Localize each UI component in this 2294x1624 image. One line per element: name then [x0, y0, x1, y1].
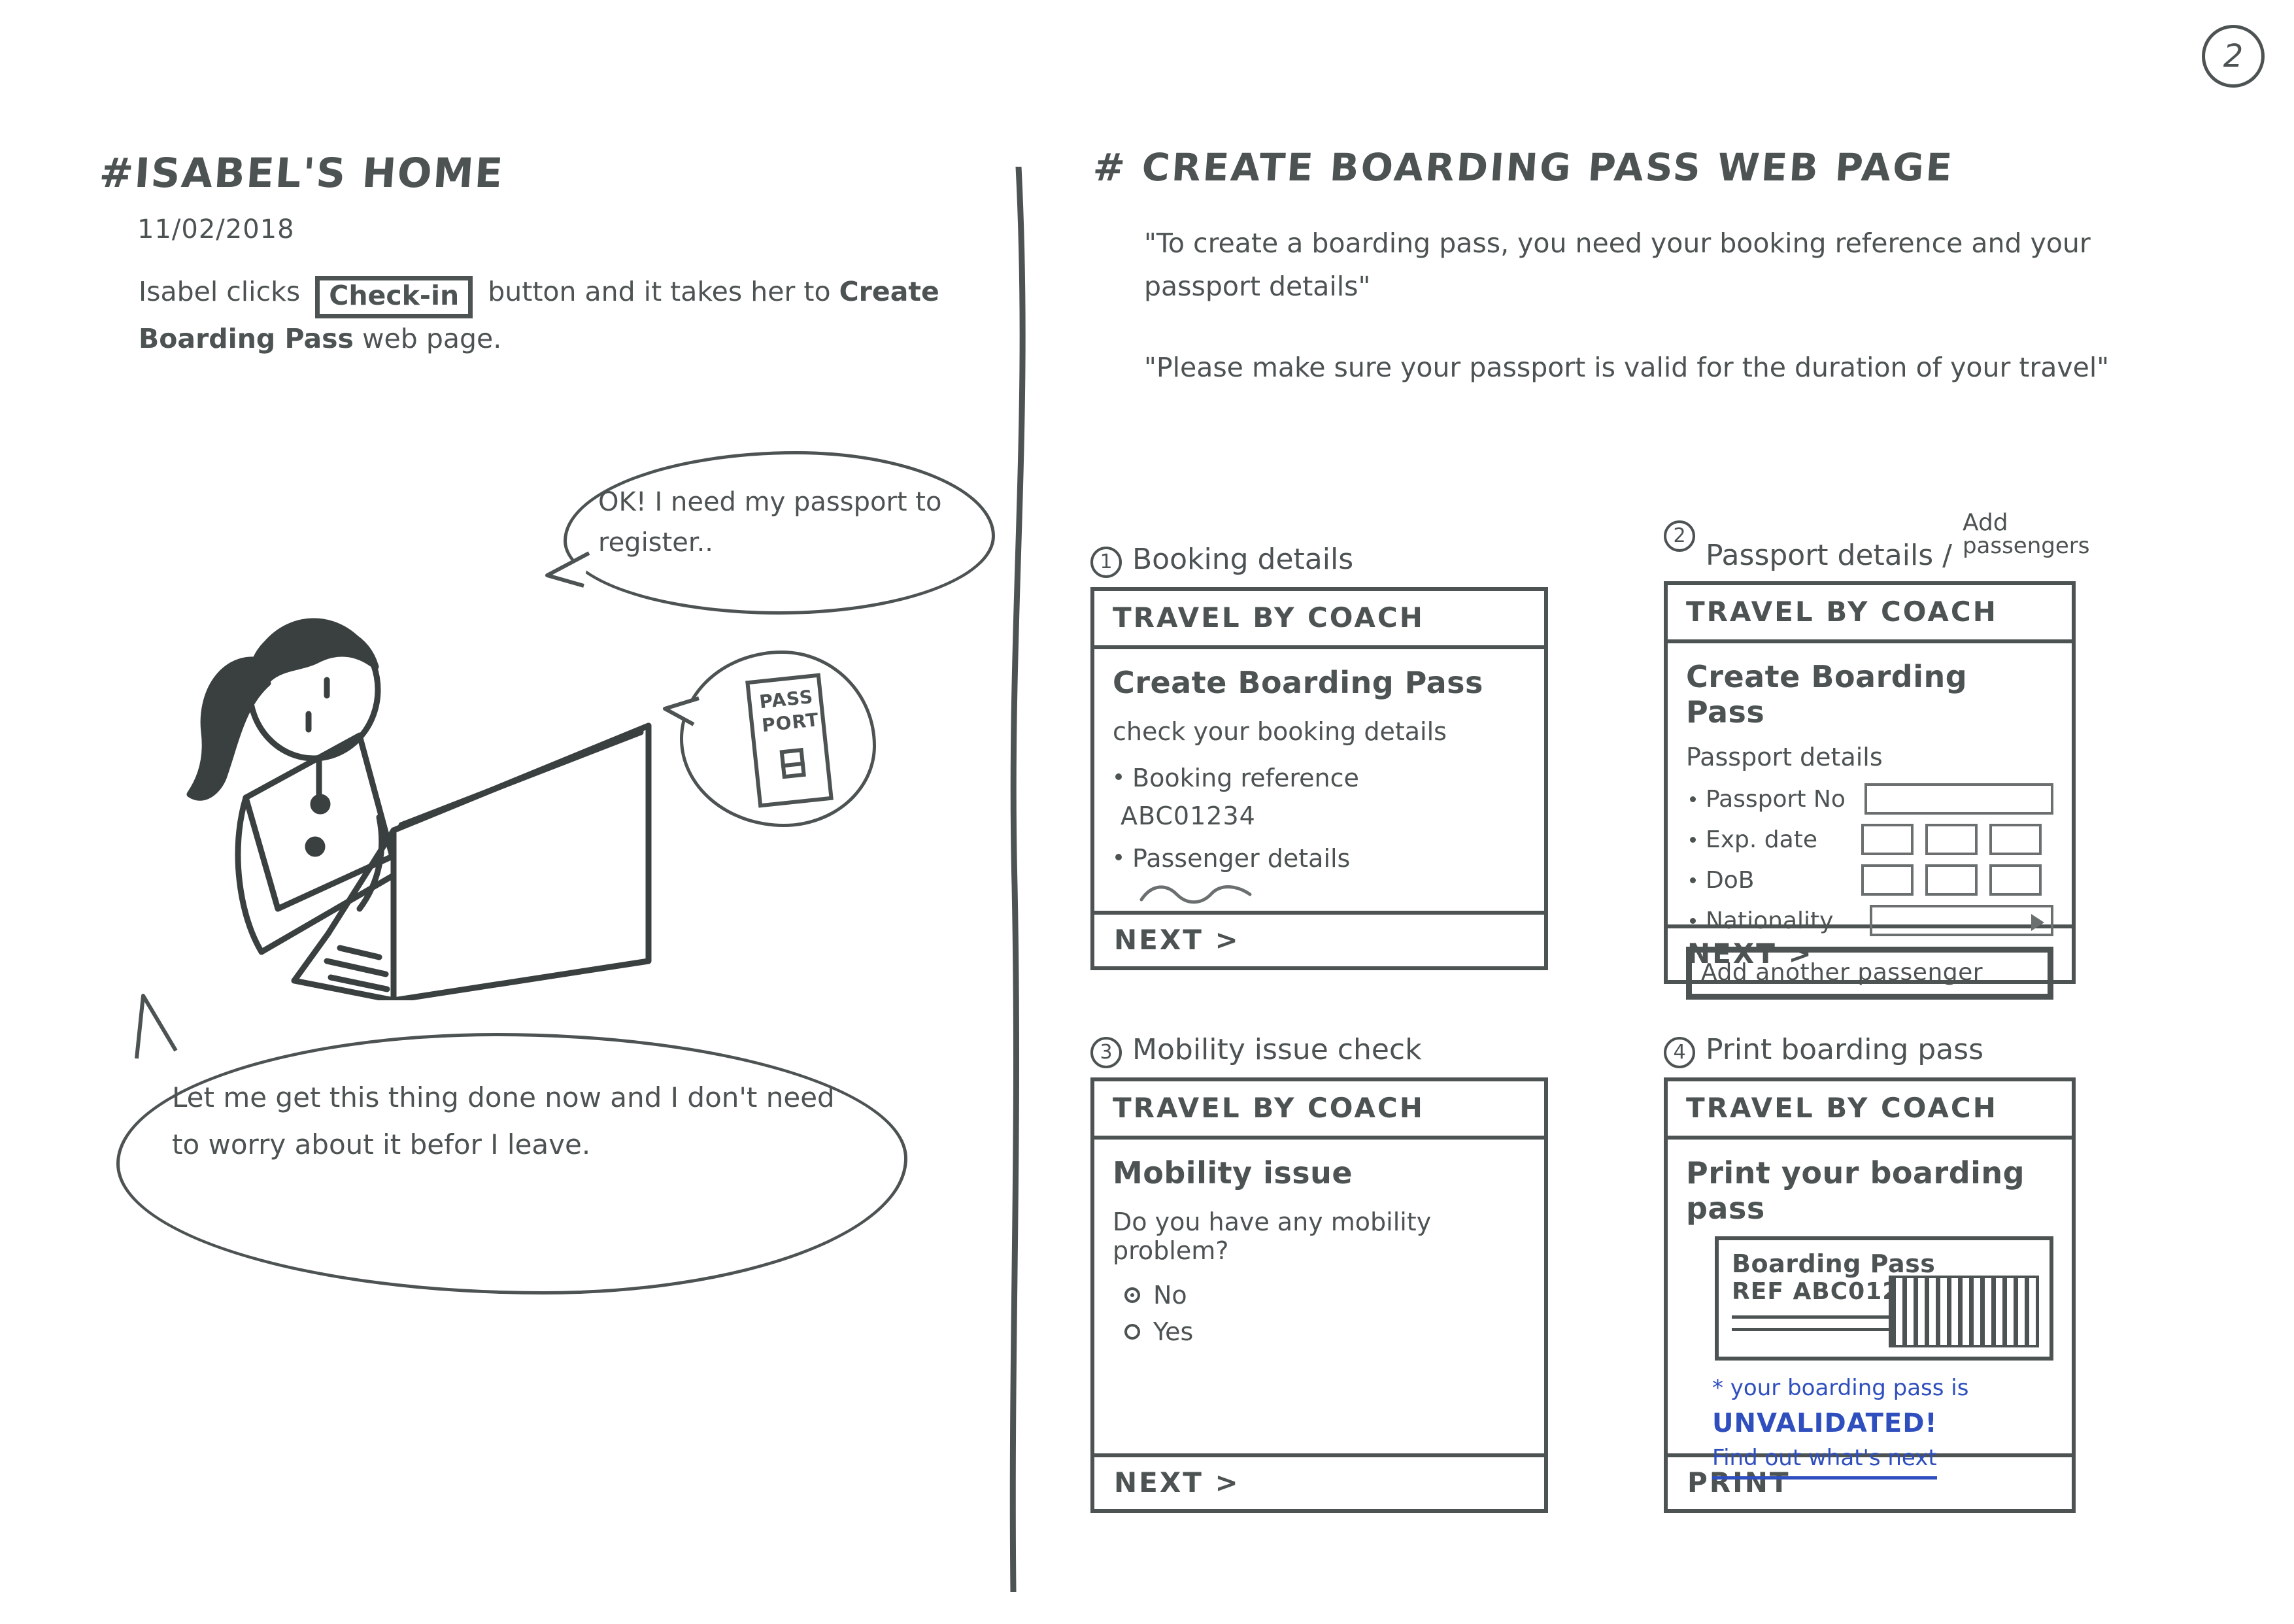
squiggle-underline-icon: [1139, 885, 1252, 904]
wireframe-1-heading: Create Boarding Pass: [1113, 665, 1483, 700]
wireframe-1-booking-reference-value: ABC01234: [1121, 802, 1256, 831]
wireframe-1-next-button[interactable]: NEXT >: [1094, 911, 1544, 966]
input-exp-date-year[interactable]: [1989, 824, 2042, 855]
wireframe-2-number: 2: [1664, 520, 1695, 552]
wireframe-4-caption-text: Print boarding pass: [1706, 1033, 1984, 1066]
wireframe-1-booking-details: 1 Booking details TRAVEL BY COACH Create…: [1090, 543, 1548, 970]
quote-booking-requirements: "To create a boarding pass, you need you…: [1144, 228, 2091, 302]
wireframe-4-heading: Print your boarding pass: [1686, 1155, 2025, 1226]
thought-bubble-passport: PASS PORT: [663, 651, 876, 827]
panel-divider: [1009, 167, 1026, 1592]
description-text-mid: button and it takes her to: [488, 276, 831, 307]
wireframe-3-caption-text: Mobility issue check: [1132, 1033, 1422, 1066]
input-passport-no[interactable]: [1864, 783, 2053, 815]
quote-passport-validity: "Please make sure your passport is valid…: [1144, 352, 2110, 383]
isabel-at-laptop-illustration: [186, 618, 652, 1000]
radio-dot-yes-icon: [1124, 1324, 1140, 1340]
wireframe-3-question: Do you have any mobility problem?: [1113, 1208, 1432, 1265]
wireframe-3-brand: TRAVEL BY COACH: [1094, 1081, 1544, 1140]
wireframe-2-caption-sup-top: Add: [1962, 509, 2008, 536]
radio-label-yes: Yes: [1153, 1317, 1194, 1346]
wireframe-3-mobility-issue-check: 3 Mobility issue check TRAVEL BY COACH M…: [1090, 1033, 1548, 1513]
wireframe-2-subtext: Passport details: [1686, 743, 1883, 771]
radio-dot-no-icon: [1124, 1287, 1140, 1303]
label-exp-date: Exp. date: [1706, 826, 1817, 853]
description-text-pre: Isabel clicks: [139, 276, 301, 307]
speech-bubble-ok-text: OK! I need my passport to register..: [598, 487, 942, 558]
chevron-down-icon: [2031, 914, 2044, 931]
wireframe-1-bullet-passenger-details: Passenger details: [1113, 842, 1526, 875]
right-panel-title: # CREATE BOARDING PASS WEB PAGE: [1091, 145, 1955, 190]
wireframe-2-brand: TRAVEL BY COACH: [1668, 585, 2072, 643]
left-panel-date: 11/02/2018: [137, 214, 295, 245]
field-row-dob: DoB: [1686, 864, 2053, 896]
unvalidated-note-line-1: * your boarding pass is: [1712, 1375, 1969, 1401]
field-row-passport-no: Passport No: [1686, 783, 2053, 815]
left-panel-description: Isabel clicks Check-in button and it tak…: [139, 271, 956, 360]
unvalidated-note: * your boarding pass is UNVALIDATED! Fin…: [1712, 1372, 2053, 1480]
unvalidated-note-status: UNVALIDATED!: [1712, 1408, 1938, 1439]
label-passport-no: Passport No: [1706, 785, 1846, 813]
input-exp-date-month[interactable]: [1925, 824, 1978, 855]
wireframe-4-number: 4: [1664, 1037, 1695, 1068]
wireframe-4-print-boarding-pass: 4 Print boarding pass TRAVEL BY COACH Pr…: [1664, 1033, 2121, 1513]
speech-bubble-reflection: Let me get this thing done now and I don…: [116, 994, 907, 1294]
find-out-whats-next-link[interactable]: Find out what's next: [1712, 1442, 1937, 1480]
input-exp-date-day[interactable]: [1861, 824, 1914, 855]
wireframe-2-caption-text: Passport details /: [1706, 539, 1952, 572]
speech-bubble-reflection-text: Let me get this thing done now and I don…: [172, 1081, 835, 1161]
speech-bubble-reflection-tail-icon: [135, 994, 178, 1059]
select-nationality[interactable]: [1870, 905, 2053, 936]
add-another-passenger-button[interactable]: Add another passenger: [1686, 947, 2053, 1000]
wireframe-1-caption: 1 Booking details: [1090, 543, 1548, 578]
wireframe-2-heading: Create Boarding Pass: [1686, 659, 1968, 730]
wireframe-4-brand: TRAVEL BY COACH: [1668, 1081, 2072, 1140]
wireframe-1-number: 1: [1090, 547, 1122, 578]
wireframe-1-bullet-list: Booking reference: [1113, 762, 1526, 795]
ticket-placeholder-line-2: [1732, 1328, 1915, 1331]
wireframe-3-screen: TRAVEL BY COACH Mobility issue Do you ha…: [1090, 1077, 1548, 1513]
wireframe-2-caption: 2 Passport details / Add passengers: [1664, 511, 2141, 572]
wireframe-1-bullet-booking-reference: Booking reference: [1113, 762, 1526, 795]
wireframe-1-caption-text: Booking details: [1132, 543, 1354, 576]
wireframe-2-passport-details: 2 Passport details / Add passengers TRAV…: [1664, 511, 2141, 1000]
left-panel-title: #ISABEL'S HOME: [97, 149, 506, 197]
wireframe-3-caption: 3 Mobility issue check: [1090, 1033, 1548, 1068]
wireframe-2-screen: TRAVEL BY COACH Create Boarding Pass Pas…: [1664, 581, 2076, 1000]
field-row-nationality: Nationality: [1686, 905, 2053, 936]
field-row-exp-date: Exp. date: [1686, 824, 2053, 855]
wireframe-1-brand: TRAVEL BY COACH: [1094, 591, 1544, 649]
passport-line-2: PORT: [760, 709, 820, 737]
radio-label-no: No: [1153, 1281, 1187, 1310]
label-dob: DoB: [1706, 866, 1755, 894]
input-dob-month[interactable]: [1925, 864, 1978, 896]
wireframe-2-caption-sup-bottom: passengers: [1962, 533, 2090, 559]
input-dob-year[interactable]: [1989, 864, 2042, 896]
check-in-button[interactable]: Check-in: [315, 276, 473, 319]
wireframe-1-screen: TRAVEL BY COACH Create Boarding Pass che…: [1090, 587, 1548, 970]
left-panel: #ISABEL'S HOME 11/02/2018 Isabel clicks …: [0, 0, 995, 1624]
wireframe-4-caption: 4 Print boarding pass: [1664, 1033, 2121, 1068]
radio-option-no[interactable]: No: [1124, 1281, 1526, 1310]
description-text-post: web page.: [362, 323, 502, 355]
passport-icon: PASS PORT: [745, 673, 834, 808]
wireframe-3-next-button[interactable]: NEXT >: [1094, 1453, 1544, 1509]
barcode-icon: [1889, 1276, 2039, 1347]
passport-emblem-icon: [779, 747, 806, 779]
ticket-title: Boarding Pass: [1732, 1249, 1936, 1278]
passport-line-1: PASS: [758, 685, 815, 713]
label-nationality: Nationality: [1706, 907, 1834, 934]
boarding-pass-ticket: Boarding Pass REF ABC01234: [1715, 1236, 2053, 1361]
input-dob-day[interactable]: [1861, 864, 1914, 896]
wireframe-1-subtext: check your booking details: [1113, 717, 1447, 746]
wireframe-1-bullet-list-2: Passenger details: [1113, 842, 1526, 875]
wireframe-3-number: 3: [1090, 1037, 1122, 1068]
wireframe-4-screen: TRAVEL BY COACH Print your boarding pass…: [1664, 1077, 2076, 1513]
wireframe-3-heading: Mobility issue: [1113, 1155, 1353, 1191]
right-panel: # CREATE BOARDING PASS WEB PAGE "To crea…: [1072, 0, 2294, 1624]
radio-option-yes[interactable]: Yes: [1124, 1317, 1526, 1346]
